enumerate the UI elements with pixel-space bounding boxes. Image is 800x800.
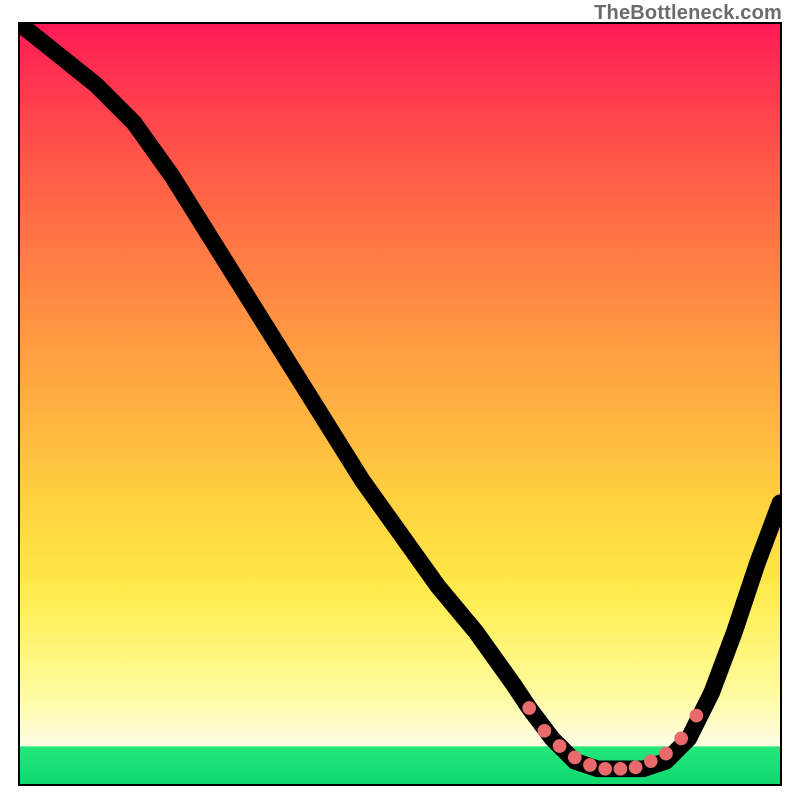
chart-stage: TheBottleneck.com bbox=[0, 0, 800, 800]
plot-area bbox=[18, 22, 782, 786]
highlight-dot bbox=[568, 751, 582, 765]
highlight-dot bbox=[553, 739, 567, 753]
highlight-dot bbox=[522, 701, 536, 715]
highlight-dot bbox=[629, 760, 643, 774]
highlight-dot bbox=[644, 754, 658, 768]
highlight-dot bbox=[690, 709, 704, 723]
bottleneck-curve bbox=[20, 24, 780, 769]
highlight-dot bbox=[598, 762, 612, 776]
curve-layer bbox=[20, 24, 780, 784]
highlight-dot bbox=[583, 758, 597, 772]
highlight-dot bbox=[659, 747, 673, 761]
highlight-dot bbox=[614, 762, 628, 776]
highlight-dot bbox=[538, 724, 552, 738]
highlight-dot bbox=[674, 732, 688, 746]
